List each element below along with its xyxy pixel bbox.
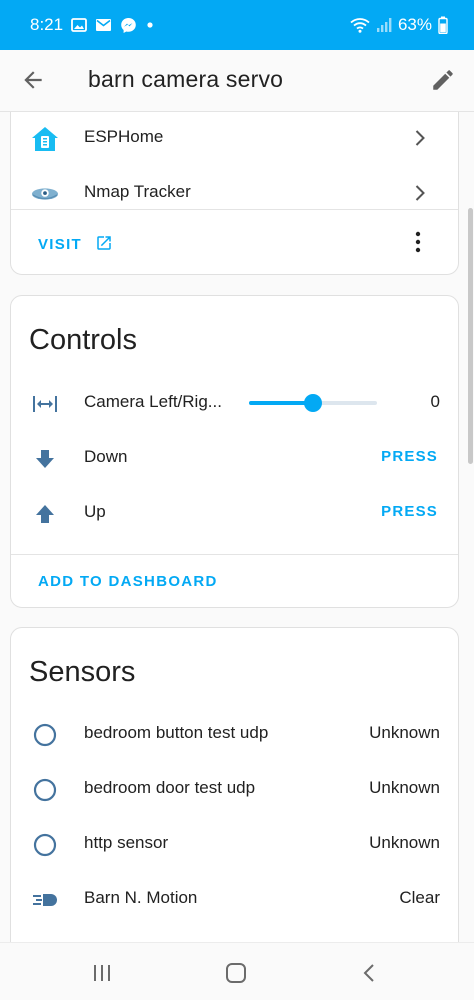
esphome-icon [31,125,59,153]
button-row-down: Down PRESS [11,433,458,483]
controls-card: Controls Camera Left/Rig... 0 Down PRESS… [10,295,459,608]
chevron-right-icon [412,129,428,147]
status-time: 8:21 [30,15,64,34]
app-bar: barn camera servo [0,50,474,112]
sensor-row[interactable]: bedroom button test udp Unknown [11,709,458,759]
circle-outline-icon [31,721,59,749]
status-bar: 8:21 63% [0,0,474,50]
chevron-right-icon [412,184,428,202]
visit-label: VISIT [38,236,83,253]
slider-label: Camera Left/Rig... [84,392,222,411]
button-label: Down [84,447,128,466]
sensor-value: Unknown [369,723,440,742]
controls-title: Controls [29,324,137,356]
sensor-label: bedroom door test udp [84,778,256,797]
wifi-icon [350,17,370,33]
arrow-horizontal-icon [31,390,59,418]
sensor-label: bedroom button test udp [84,723,269,742]
integration-label: Nmap Tracker [84,182,191,201]
sensor-value: Unknown [369,778,440,797]
sensor-label: http sensor [84,833,169,852]
pencil-icon[interactable] [430,67,456,93]
sensor-label: Barn N. Motion [84,888,198,907]
press-button-down[interactable]: PRESS [381,448,438,465]
page-content[interactable]: ESPHome Nmap Tracker VISIT Controls Came… [0,112,474,942]
gallery-icon [71,17,87,33]
device-info-card: ESPHome Nmap Tracker VISIT [10,112,459,275]
add-to-dashboard-button[interactable]: ADD TO DASHBOARD [38,573,218,590]
sensor-value: Unknown [369,833,440,852]
press-button-up[interactable]: PRESS [381,503,438,520]
messenger-icon [120,17,137,34]
integration-item-esphome[interactable]: ESPHome [11,113,458,163]
circle-outline-icon [31,776,59,804]
arrow-up-icon [31,500,59,528]
slider-thumb[interactable] [304,394,322,412]
button-label: Up [84,502,106,521]
integration-label: ESPHome [84,127,164,146]
battery-text: 63% [397,15,432,34]
sensors-card: Sensors bedroom button test udp Unknown … [10,627,459,942]
sensor-value: Clear [399,888,440,907]
divider [11,554,458,555]
camera-slider[interactable] [249,394,377,412]
scrollbar[interactable] [468,208,473,464]
system-nav-bar [0,942,474,1000]
mail-icon [95,18,112,32]
open-in-new-icon [97,236,112,250]
slider-value: 0 [430,392,440,411]
visit-button[interactable]: VISIT [38,234,113,253]
back-icon[interactable] [354,958,384,988]
slider-row-camera: Camera Left/Rig... 0 [11,378,458,428]
integration-item-nmap[interactable]: Nmap Tracker [11,168,458,218]
divider [11,209,458,210]
circle-outline-icon [31,831,59,859]
page-title: barn camera servo [88,66,284,92]
back-arrow-icon[interactable] [20,67,46,93]
battery-icon [438,16,448,34]
sensor-row[interactable]: bedroom door test udp Unknown [11,764,458,814]
button-row-up: Up PRESS [11,488,458,538]
dot-icon [145,20,155,30]
recent-apps-icon[interactable] [87,958,117,988]
signal-icon [376,17,392,33]
nmap-icon [31,180,59,208]
home-icon[interactable] [221,958,251,988]
more-vertical-icon[interactable] [414,231,422,253]
motion-sensor-icon [31,886,59,914]
arrow-down-icon [31,445,59,473]
sensors-title: Sensors [29,656,136,688]
sensor-row[interactable]: http sensor Unknown [11,819,458,869]
sensor-row[interactable]: Barn N. Motion Clear [11,874,458,924]
